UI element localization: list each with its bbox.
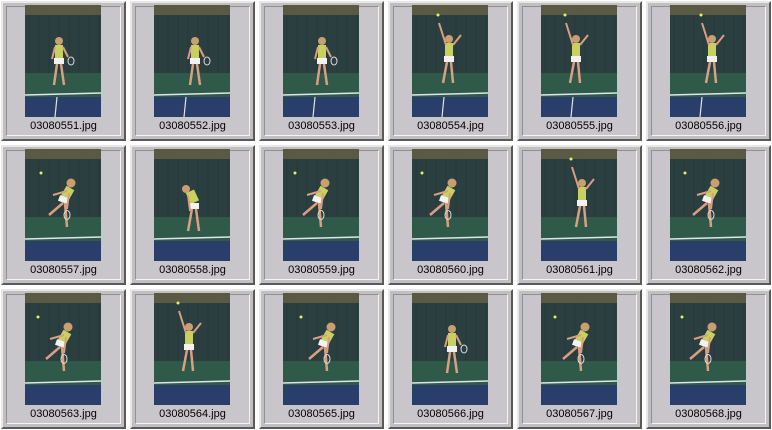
thumbnail-filename: 03080558.jpg bbox=[159, 264, 226, 276]
thumbnail-image[interactable] bbox=[412, 293, 488, 405]
thumbnail-tile[interactable]: 03080559.jpg bbox=[259, 145, 384, 285]
thumbnail-tile[interactable]: 03080556.jpg bbox=[646, 1, 771, 141]
thumbnail-grid: 03080551.jpg 03080552.jpg 03080553.jpg 0308… bbox=[0, 0, 772, 430]
thumbnail-image[interactable] bbox=[541, 5, 617, 117]
thumbnail-filename: 03080559.jpg bbox=[288, 264, 355, 276]
thumbnail-tile[interactable]: 03080552.jpg bbox=[130, 1, 255, 141]
thumbnail-image[interactable] bbox=[283, 5, 359, 117]
thumbnail-filename: 03080563.jpg bbox=[30, 408, 97, 420]
thumbnail-tile[interactable]: 03080566.jpg bbox=[388, 289, 513, 429]
thumbnail-image[interactable] bbox=[154, 149, 230, 261]
thumbnail-tile[interactable]: 03080551.jpg bbox=[1, 1, 126, 141]
thumbnail-image[interactable] bbox=[154, 293, 230, 405]
thumbnail-filename: 03080568.jpg bbox=[675, 408, 742, 420]
thumbnail-filename: 03080557.jpg bbox=[30, 264, 97, 276]
thumbnail-image[interactable] bbox=[670, 149, 746, 261]
thumbnail-tile[interactable]: 03080553.jpg bbox=[259, 1, 384, 141]
thumbnail-filename: 03080565.jpg bbox=[288, 408, 355, 420]
thumbnail-tile[interactable]: 03080557.jpg bbox=[1, 145, 126, 285]
thumbnail-image[interactable] bbox=[412, 5, 488, 117]
thumbnail-filename: 03080556.jpg bbox=[675, 120, 742, 132]
thumbnail-tile[interactable]: 03080558.jpg bbox=[130, 145, 255, 285]
thumbnail-tile[interactable]: 03080564.jpg bbox=[130, 289, 255, 429]
thumbnail-filename: 03080566.jpg bbox=[417, 408, 484, 420]
thumbnail-image[interactable] bbox=[25, 5, 101, 117]
thumbnail-filename: 03080564.jpg bbox=[159, 408, 226, 420]
thumbnail-filename: 03080561.jpg bbox=[546, 264, 613, 276]
thumbnail-image[interactable] bbox=[283, 293, 359, 405]
thumbnail-image[interactable] bbox=[25, 149, 101, 261]
thumbnail-tile[interactable]: 03080568.jpg bbox=[646, 289, 771, 429]
thumbnail-filename: 03080554.jpg bbox=[417, 120, 484, 132]
thumbnail-tile[interactable]: 03080555.jpg bbox=[517, 1, 642, 141]
thumbnail-tile[interactable]: 03080567.jpg bbox=[517, 289, 642, 429]
thumbnail-tile[interactable]: 03080563.jpg bbox=[1, 289, 126, 429]
thumbnail-filename: 03080560.jpg bbox=[417, 264, 484, 276]
thumbnail-image[interactable] bbox=[154, 5, 230, 117]
thumbnail-image[interactable] bbox=[670, 293, 746, 405]
thumbnail-tile[interactable]: 03080560.jpg bbox=[388, 145, 513, 285]
thumbnail-filename: 03080562.jpg bbox=[675, 264, 742, 276]
thumbnail-filename: 03080555.jpg bbox=[546, 120, 613, 132]
thumbnail-image[interactable] bbox=[541, 149, 617, 261]
thumbnail-filename: 03080567.jpg bbox=[546, 408, 613, 420]
thumbnail-tile[interactable]: 03080554.jpg bbox=[388, 1, 513, 141]
thumbnail-image[interactable] bbox=[541, 293, 617, 405]
thumbnail-filename: 03080553.jpg bbox=[288, 120, 355, 132]
thumbnail-tile[interactable]: 03080562.jpg bbox=[646, 145, 771, 285]
thumbnail-image[interactable] bbox=[670, 5, 746, 117]
thumbnail-filename: 03080551.jpg bbox=[30, 120, 97, 132]
thumbnail-image[interactable] bbox=[283, 149, 359, 261]
thumbnail-tile[interactable]: 03080561.jpg bbox=[517, 145, 642, 285]
thumbnail-tile[interactable]: 03080565.jpg bbox=[259, 289, 384, 429]
thumbnail-image[interactable] bbox=[25, 293, 101, 405]
thumbnail-filename: 03080552.jpg bbox=[159, 120, 226, 132]
thumbnail-image[interactable] bbox=[412, 149, 488, 261]
